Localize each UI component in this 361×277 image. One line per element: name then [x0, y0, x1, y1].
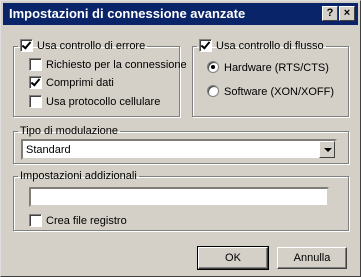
radio-software[interactable]: Software (XON/XOFF) [207, 85, 334, 99]
checkbox-cellular-protocol[interactable]: Usa protocollo cellulare [29, 94, 161, 109]
additional-settings-input[interactable] [29, 187, 329, 207]
help-button[interactable]: ? [322, 6, 338, 21]
cellular-protocol-label: Usa protocollo cellulare [46, 96, 161, 109]
hardware-radio-button[interactable] [207, 61, 219, 74]
compress-data-label: Comprimi dati [46, 77, 114, 90]
dialog-window: Impostazioni di connessione avanzate ? ×… [0, 0, 361, 277]
modulation-label: Tipo di modulazione [20, 125, 119, 137]
required-connection-label: Richiesto per la connessione [46, 59, 187, 72]
flow-control-group: Usa controllo di flusso [192, 38, 349, 117]
ok-button[interactable]: OK [197, 246, 269, 270]
checkbox-required-connection[interactable]: Richiesto per la connessione [29, 57, 187, 72]
radio-hardware[interactable]: Hardware (RTS/CTS) [207, 61, 329, 75]
flow-control-checkbox[interactable]: Usa controllo di flusso [197, 38, 326, 53]
required-connection-check-box[interactable] [29, 57, 42, 71]
software-label: Software (XON/XOFF) [224, 86, 335, 99]
chevron-down-icon[interactable] [319, 141, 335, 158]
hardware-label: Hardware (RTS/CTS) [224, 62, 329, 75]
cancel-button[interactable]: Annulla [277, 247, 347, 269]
error-control-checkbox[interactable]: Usa controllo di errore [18, 38, 147, 53]
error-control-check-box[interactable] [20, 38, 33, 52]
checkbox-compress-data[interactable]: Comprimi dati [29, 75, 114, 90]
modulation-select[interactable]: Standard [21, 139, 337, 160]
cellular-protocol-check-box[interactable] [29, 94, 42, 108]
close-button[interactable]: × [339, 6, 355, 21]
flow-control-label: Usa controllo di flusso [216, 40, 324, 53]
modulation-value: Standard [26, 144, 71, 156]
flow-control-check-box[interactable] [199, 38, 212, 52]
create-log-check-box[interactable] [29, 213, 42, 227]
software-radio-button[interactable] [207, 85, 219, 98]
create-log-label: Crea file registro [46, 215, 127, 228]
error-control-label: Usa controllo di errore [37, 40, 146, 53]
checkbox-create-log[interactable]: Crea file registro [29, 213, 127, 228]
window-title: Impostazioni di connessione avanzate [9, 6, 246, 21]
title-bar[interactable]: Impostazioni di connessione avanzate ? × [3, 3, 358, 25]
additional-settings-label: Impostazioni addizionali [20, 170, 137, 182]
compress-data-check-box[interactable] [29, 75, 42, 89]
